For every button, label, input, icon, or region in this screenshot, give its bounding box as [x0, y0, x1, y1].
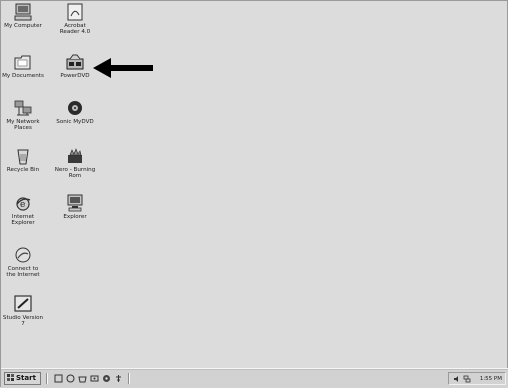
powerdvd-icon — [66, 54, 84, 70]
explorer-icon — [67, 194, 83, 212]
recycle-bin[interactable]: Recycle Bin — [1, 147, 45, 173]
windows-logo-icon — [7, 374, 14, 381]
system-tray: 1:55 PM — [448, 372, 506, 385]
my-documents-icon — [14, 55, 31, 70]
acrobat-reader[interactable]: Acrobat Reader 4.0 — [53, 3, 97, 36]
my-documents[interactable]: My Documents — [1, 53, 45, 79]
start-label: Start — [16, 374, 36, 382]
quick-launch-6-icon[interactable] — [114, 374, 123, 383]
my-network-places[interactable]: My Network Places — [1, 99, 45, 132]
taskbar: Start 1:55 PM — [1, 368, 508, 388]
recycle-bin-icon — [17, 149, 29, 165]
my-computer-icon — [14, 3, 32, 21]
acrobat-reader-icon — [67, 3, 83, 21]
internet-explorer-icon: e — [16, 197, 31, 211]
network-tray-icon[interactable] — [463, 375, 471, 383]
sonic-mydvd[interactable]: Sonic MyDVD — [53, 99, 97, 125]
studio-version-7[interactable]: Studio Version 7 — [1, 295, 45, 328]
my-computer[interactable]: My Computer — [1, 3, 45, 29]
internet-explorer[interactable]: e Internet Explorer — [1, 194, 45, 227]
clock[interactable]: 1:55 PM — [480, 376, 502, 382]
explorer[interactable]: Explorer — [53, 194, 97, 220]
quick-launch-1-icon[interactable] — [54, 374, 63, 383]
start-button[interactable]: Start — [4, 372, 41, 385]
desktop: My Computer My Documents My Network Plac… — [0, 0, 508, 388]
svg-text:e: e — [20, 200, 25, 210]
nero-burning-rom-icon — [68, 148, 82, 163]
quick-launch-5-icon[interactable] — [102, 374, 111, 383]
taskbar-separator — [128, 373, 130, 384]
quick-launch-4-icon[interactable] — [90, 374, 99, 383]
taskbar-separator — [46, 373, 48, 384]
quick-launch-2-icon[interactable] — [66, 374, 75, 383]
nero-burning-rom[interactable]: Nero - Burning Rom — [53, 147, 97, 180]
connect-to-the-internet[interactable]: Connect to the Internet — [1, 246, 45, 279]
studio-version-icon — [14, 295, 32, 312]
quick-launch-3-icon[interactable] — [78, 374, 87, 383]
sonic-mydvd-icon — [68, 101, 82, 115]
network-places-icon — [14, 100, 32, 116]
connect-internet-icon — [15, 247, 31, 263]
speaker-icon[interactable] — [453, 375, 461, 383]
pointer-arrow-icon — [93, 58, 153, 78]
